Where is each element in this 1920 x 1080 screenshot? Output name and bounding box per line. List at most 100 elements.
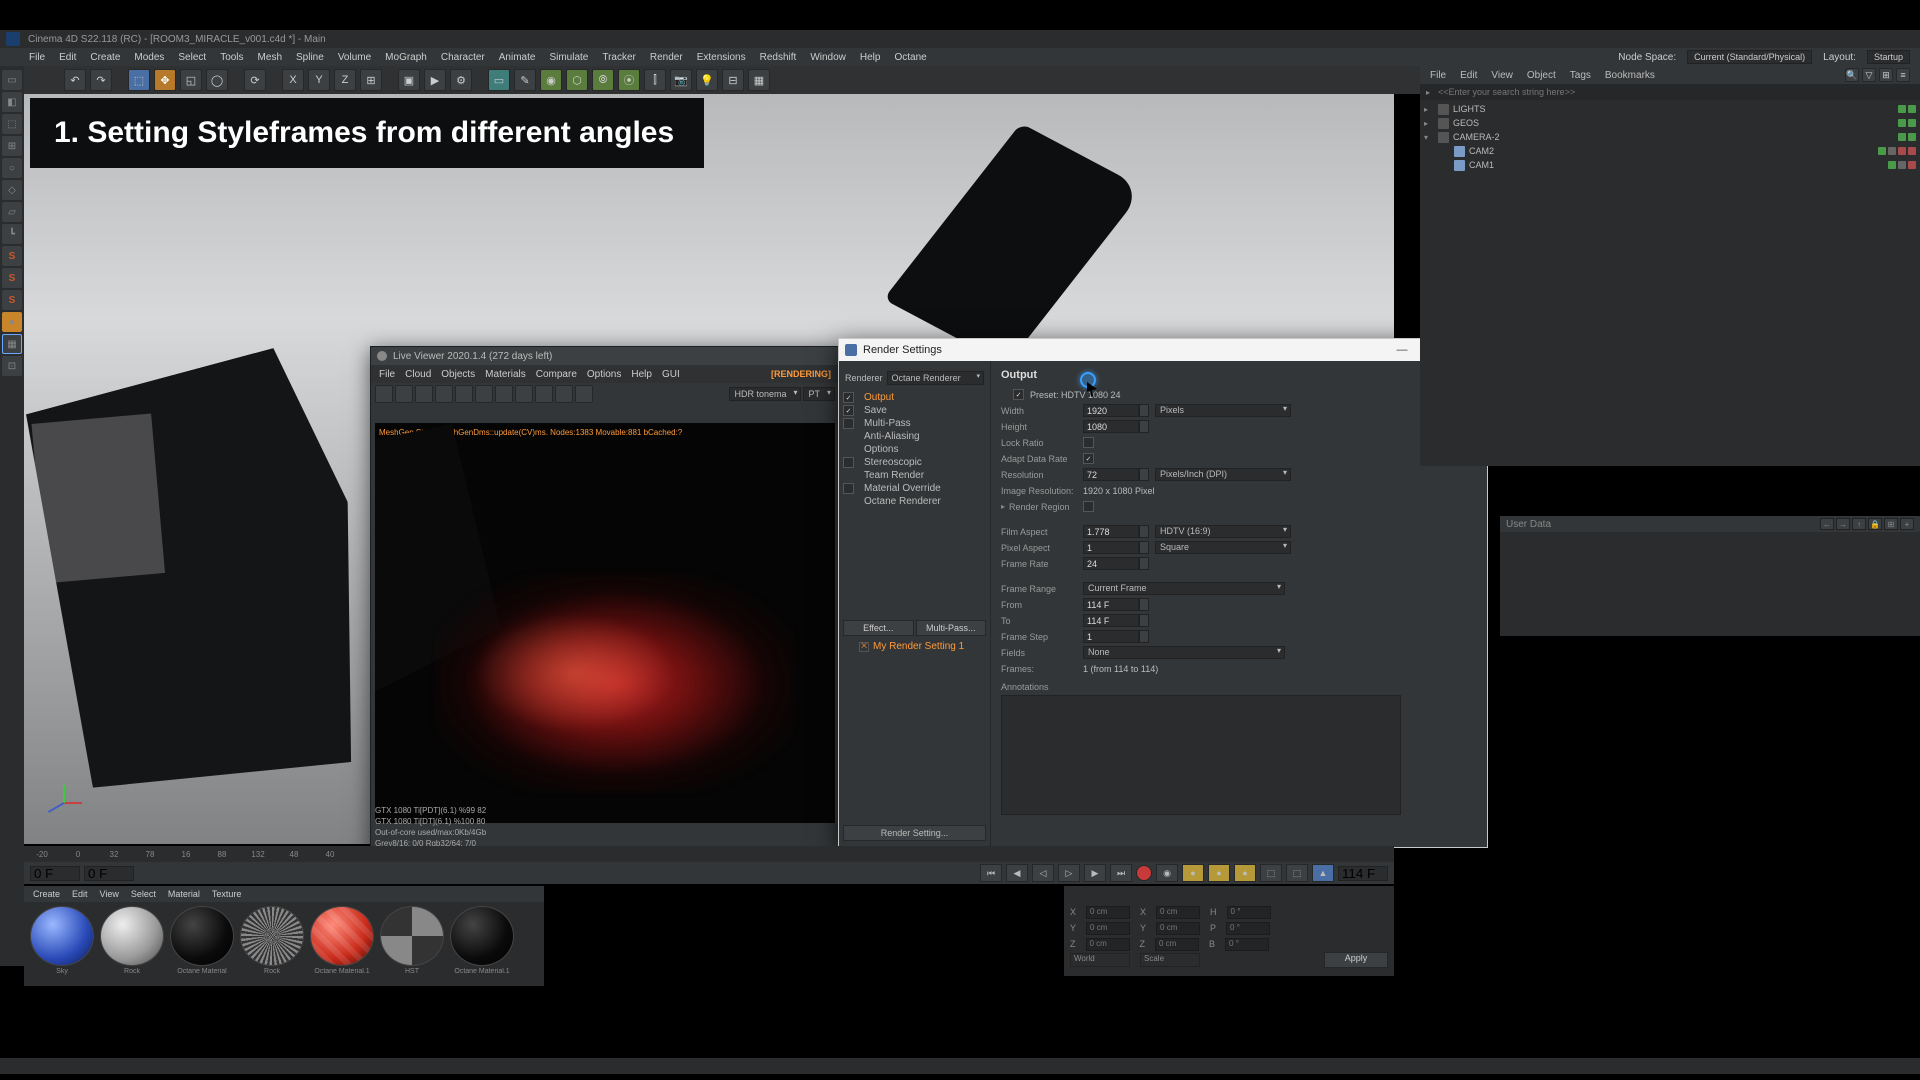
stereo-checkbox[interactable] [843,457,854,468]
size-z-input[interactable]: 0 cm [1155,938,1199,951]
lv-pick-button[interactable] [475,385,493,403]
snap-s2-icon[interactable]: S [2,268,22,288]
render-settings-titlebar[interactable]: Render Settings — □ ✕ [839,339,1487,361]
setting-active-icon[interactable]: ⨉ [859,642,869,652]
array-button[interactable]: ⦿ [618,69,640,91]
node-space-dropdown[interactable]: Current (Standard/Physical) [1687,50,1812,64]
render-view-button[interactable]: ▣ [398,69,420,91]
live-select-button[interactable]: ⬚ [128,69,150,91]
step-back-button[interactable]: ◀ [1006,864,1028,882]
lv-menu-compare[interactable]: Compare [532,368,581,381]
lv-reset-button[interactable] [435,385,453,403]
extrude-button[interactable]: ⬡ [566,69,588,91]
lv-kernel-dropdown[interactable]: PT [803,387,835,401]
from-input[interactable] [1083,598,1139,611]
key-rot-button[interactable]: ● [1234,864,1256,882]
axis-y-button[interactable]: Y [308,69,330,91]
menu-create[interactable]: Create [85,50,125,65]
snap-s3-icon[interactable]: S [2,290,22,310]
resolution-unit-dropdown[interactable]: Pixels/Inch (DPI) [1155,468,1291,481]
mat-tab-create[interactable]: Create [28,888,65,900]
render-region-checkbox[interactable] [1083,501,1094,512]
octane-renderer-item[interactable]: Octane Renderer [858,496,984,507]
rot-b-input[interactable]: 0 ° [1225,938,1269,951]
subdiv-button[interactable]: ◉ [540,69,562,91]
measure-button[interactable]: ⫿ [644,69,666,91]
lv-clay-button[interactable] [515,385,533,403]
rotate-tool-button[interactable]: ◯ [206,69,228,91]
pixel-aspect-input[interactable] [1083,541,1139,554]
pos-z-input[interactable]: 0 cm [1086,938,1130,951]
save-checkbox[interactable]: ✓ [843,405,854,416]
axis-mode-icon[interactable]: ┗ [2,224,22,244]
play-fwd-button[interactable]: ▷ [1058,864,1080,882]
lv-pause-button[interactable] [395,385,413,403]
scale-tool-button[interactable]: ◱ [180,69,202,91]
obj-tab-file[interactable]: File [1424,68,1452,83]
lv-menu-help[interactable]: Help [627,368,656,381]
obj-view-icon[interactable]: ⊞ [1879,68,1893,82]
obj-tab-edit[interactable]: Edit [1454,68,1483,83]
film-aspect-input[interactable] [1083,525,1139,538]
texture-mode-icon[interactable]: ⬚ [2,114,22,134]
menu-animate[interactable]: Animate [494,50,541,65]
material-item[interactable]: Rock [238,906,306,975]
obj-tab-tags[interactable]: Tags [1564,68,1597,83]
timeline-start-field[interactable] [30,866,80,881]
render-dot[interactable] [1908,119,1916,127]
width-unit-dropdown[interactable]: Pixels [1155,404,1291,417]
key-param-button[interactable]: ⬚ [1260,864,1282,882]
obj-filter-icon[interactable]: ▽ [1862,68,1876,82]
live-viewer-titlebar[interactable]: Live Viewer 2020.1.4 (272 days left) [371,347,839,365]
tree-item-cam2[interactable]: CAM2 [1469,146,1874,156]
menu-volume[interactable]: Volume [333,50,376,65]
menu-window[interactable]: Window [805,50,851,65]
key-all-button[interactable]: ▲ [1312,864,1334,882]
menu-tracker[interactable]: Tracker [597,50,641,65]
visibility-dot[interactable] [1878,147,1886,155]
viewport-axis-gizmo[interactable] [64,784,104,824]
stereo-item[interactable]: Stereoscopic [858,457,984,468]
tree-expand-icon[interactable]: ▾ [1424,133,1434,142]
obj-fold-icon[interactable]: ≡ [1896,68,1910,82]
pos-x-input[interactable]: 0 cm [1086,906,1130,919]
light-button[interactable]: 💡 [696,69,718,91]
lv-stop-button[interactable] [415,385,433,403]
menu-modes[interactable]: Modes [129,50,169,65]
visibility-dot[interactable] [1898,133,1906,141]
menu-select[interactable]: Select [173,50,211,65]
edge-mode-icon[interactable]: ◇ [2,180,22,200]
record-button[interactable] [1136,865,1152,881]
menu-tools[interactable]: Tools [215,50,248,65]
obj-tab-view[interactable]: View [1485,68,1519,83]
renderer-dropdown[interactable]: Octane Renderer [887,371,984,385]
size-y-input[interactable]: 0 cm [1156,922,1200,935]
timeline-end-field[interactable] [1338,866,1388,881]
lv-region-button[interactable] [495,385,513,403]
lv-menu-objects[interactable]: Objects [437,368,479,381]
render-dot[interactable] [1888,147,1896,155]
tree-item-camera2[interactable]: CAMERA-2 [1453,132,1894,142]
menu-mograph[interactable]: MoGraph [380,50,432,65]
frame-range-dropdown[interactable]: Current Frame [1083,582,1285,595]
render-settings-button[interactable]: ⚙ [450,69,472,91]
enable-axis-icon[interactable]: ● [2,312,22,332]
undo-button[interactable]: ↶ [64,69,86,91]
output-checkbox[interactable]: ✓ [843,392,854,403]
material-item[interactable]: Octane Material.1 [448,906,516,975]
model-mode-icon[interactable]: ◧ [2,92,22,112]
resolution-input[interactable] [1083,468,1139,481]
grid-button[interactable]: ⊟ [722,69,744,91]
frame-rate-input[interactable] [1083,557,1139,570]
lock-ratio-checkbox[interactable] [1083,437,1094,448]
resolution-spinner[interactable] [1139,468,1149,481]
height-input[interactable] [1083,420,1139,433]
timeline-current-field[interactable] [84,866,134,881]
menu-octane[interactable]: Octane [889,50,931,65]
frame-step-spinner[interactable] [1139,630,1149,643]
tree-item-cam1[interactable]: CAM1 [1469,160,1884,170]
width-spinner[interactable] [1139,404,1149,417]
coord-apply-button[interactable]: Apply [1324,952,1388,968]
tree-item-geos[interactable]: GEOS [1453,118,1894,128]
live-viewer-render-area[interactable]: MeshGen.Stms. MeshGenDms::update(CV)ms. … [375,423,835,823]
